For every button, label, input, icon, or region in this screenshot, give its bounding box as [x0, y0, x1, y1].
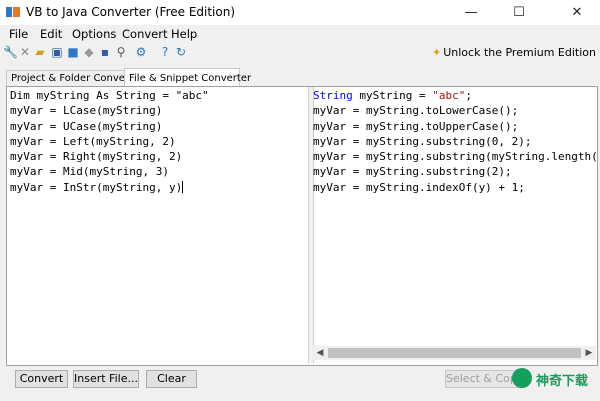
output-line: myVar = myString.indexOf(y) + 1;	[313, 180, 598, 195]
insert-file-button[interactable]: Insert File...	[73, 370, 139, 388]
find-icon[interactable]: ⚲	[114, 45, 128, 59]
settings-icon[interactable]: ⚙	[134, 45, 148, 59]
converted-output[interactable]: String myString = "abc"; myVar = myString…	[313, 88, 598, 346]
output-line: myVar = myString.substring(2);	[313, 164, 598, 179]
menu-bar: File Edit Options Convert Help	[0, 27, 600, 43]
output-line: String myString = "abc";	[313, 89, 472, 102]
app-logo-icon	[6, 7, 20, 17]
window-title: VB to Java Converter (Free Edition)	[26, 5, 236, 19]
menu-convert[interactable]: Convert	[122, 27, 167, 41]
output-line: myVar = myString.substring(0, 2);	[313, 134, 598, 149]
menu-help[interactable]: Help	[171, 27, 197, 41]
menu-options[interactable]: Options	[72, 27, 116, 41]
horizontal-scrollbar[interactable]: ◀ ▶	[313, 346, 596, 360]
scrollbar-thumb[interactable]	[328, 348, 581, 358]
source-line: myVar = LCase(myString)	[10, 103, 306, 118]
source-line-text: myVar = Left(myString, 2)	[10, 134, 176, 148]
output-line-text: myVar = myString.toLowerCase();	[313, 104, 519, 118]
title-bar: VB to Java Converter (Free Edition) — ☐ …	[0, 0, 600, 25]
source-line: Dim myString As String = "abc"	[10, 88, 306, 103]
lightbulb-icon: ✦	[432, 46, 442, 59]
source-line: myVar = UCase(myString)	[10, 119, 306, 134]
source-line: myVar = Left(myString, 2)	[10, 134, 306, 149]
source-line-text: myVar = InStr(myString, y)	[10, 180, 183, 194]
output-line-text: myVar = myString.substring(myString.leng…	[313, 150, 598, 164]
delete-icon[interactable]: ✕	[18, 45, 32, 59]
copy-icon[interactable]: ■	[66, 45, 80, 59]
convert-button[interactable]: Convert	[15, 370, 68, 388]
tab-project-folder-converter[interactable]: Project & Folder Converter	[6, 70, 143, 87]
eraser-icon[interactable]: ◆	[82, 45, 96, 59]
minimize-button[interactable]: —	[448, 0, 494, 25]
watermark-text: 神奇下载	[536, 374, 589, 389]
menu-edit[interactable]: Edit	[40, 27, 62, 41]
source-line-text: myVar = LCase(myString)	[10, 104, 163, 118]
output-type-keyword: String	[313, 89, 353, 102]
clear-button[interactable]: Clear	[146, 370, 197, 388]
source-line: myVar = Mid(myString, 3)	[10, 164, 306, 179]
watermark-logo-icon	[512, 368, 532, 388]
source-line: myVar = Right(myString, 2)	[10, 149, 306, 164]
wrench-icon[interactable]: 🔧	[3, 45, 18, 59]
text-cursor	[182, 180, 184, 193]
output-line-text: myVar = myString.indexOf(y) + 1;	[313, 180, 525, 194]
output-line-text: myVar = myString.toUpperCase();	[313, 119, 519, 133]
output-line: myVar = myString.toUpperCase();	[313, 119, 598, 134]
output-line-text: myVar = myString.substring(0, 2);	[313, 134, 532, 148]
menu-file[interactable]: File	[9, 27, 28, 41]
unlock-premium-link[interactable]: ✦ Unlock the Premium Edition	[432, 46, 596, 59]
save-icon[interactable]: ▪	[98, 45, 112, 59]
watermark: 神奇下载	[512, 367, 598, 389]
output-line: myVar = myString.toLowerCase();	[313, 103, 598, 118]
open-folder-icon[interactable]: ▰	[33, 45, 47, 59]
source-line-text: myVar = UCase(myString)	[10, 119, 163, 133]
unlock-premium-label: Unlock the Premium Edition	[443, 46, 596, 59]
output-string-literal: "abc"	[432, 89, 466, 102]
close-button[interactable]: ✕	[554, 0, 600, 25]
source-line-text: myVar = Mid(myString, 3)	[10, 165, 169, 179]
window-icon[interactable]: ▣	[50, 45, 64, 59]
scroll-left-icon[interactable]: ◀	[313, 346, 327, 360]
output-line: myVar = myString.substring(myString.leng…	[313, 149, 598, 164]
source-line-text: Dim myString As String = "abc"	[10, 89, 209, 102]
source-line: myVar = InStr(myString, y)	[10, 180, 306, 195]
source-editor[interactable]: Dim myString As String = "abc" myVar = LC…	[10, 88, 306, 358]
refresh-icon[interactable]: ↻	[174, 45, 188, 59]
maximize-button[interactable]: ☐	[496, 0, 542, 25]
tab-file-snippet-converter[interactable]: File & Snippet Converter	[124, 68, 251, 88]
help-icon[interactable]: ?	[158, 45, 172, 59]
scroll-right-icon[interactable]: ▶	[582, 346, 596, 360]
source-line-text: myVar = Right(myString, 2)	[10, 150, 183, 164]
output-line-text: myVar = myString.substring(2);	[313, 165, 512, 179]
